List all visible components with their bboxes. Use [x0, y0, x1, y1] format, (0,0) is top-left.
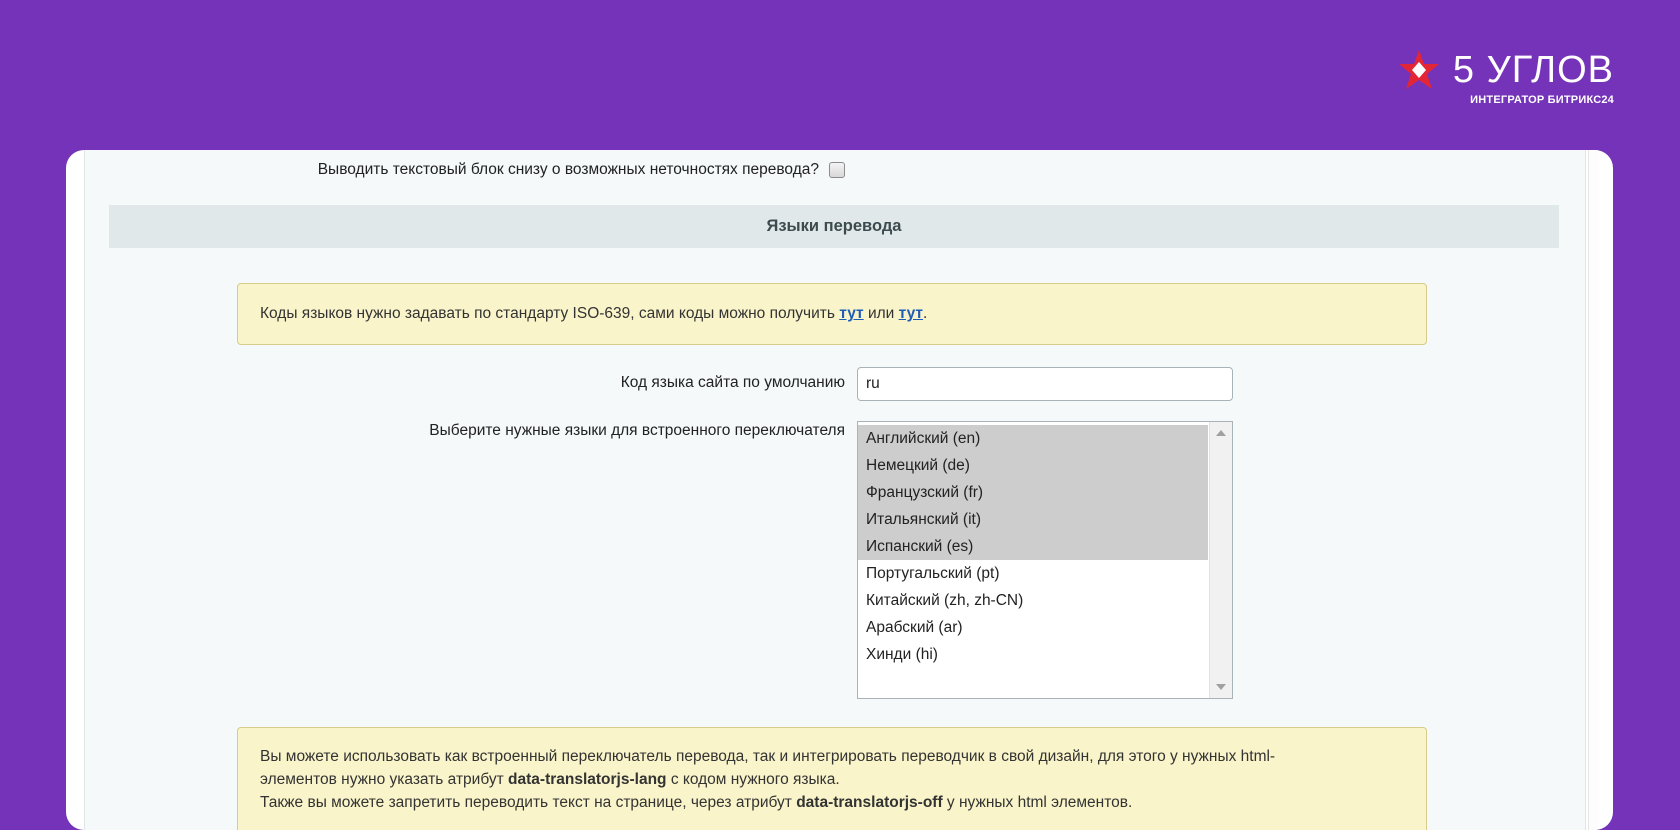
language-option[interactable]: Немецкий (de) [858, 452, 1208, 479]
integration-note-line2: элементов нужно указать атрибут data-tra… [260, 768, 1404, 791]
language-option[interactable]: Хинди (hi) [858, 641, 1208, 668]
integration-note-line1: Вы можете использовать как встроенный пе… [260, 748, 1276, 765]
scroll-down-icon[interactable] [1216, 684, 1226, 690]
lang-attribute-name: data-translatorjs-lang [508, 771, 667, 788]
integration-note-line2-text: элементов нужно указать атрибут [260, 771, 509, 788]
settings-card: Выводить текстовый блок снизу о возможны… [66, 150, 1613, 830]
switcher-languages-label: Выберите нужные языки для встроенного пе… [429, 422, 845, 439]
off-attribute-name: data-translatorjs-off [796, 794, 943, 811]
iso-note-middle: или [863, 305, 899, 322]
list-scrollbar[interactable] [1209, 422, 1232, 698]
integration-note-line3-end: у нужных html элементов. [942, 794, 1133, 811]
integration-note-line3: Также вы можете запретить переводить тек… [260, 791, 1404, 814]
language-option[interactable]: Английский (en) [858, 425, 1208, 452]
iso-note-text: Коды языков нужно задавать по стандарту … [260, 305, 840, 322]
brand-tagline: ИНТЕГРАТОР БИТРИКС24 [1470, 94, 1614, 106]
brand-logo: 5 УГЛОВ ИНТЕГРАТОР БИТРИКС24 [1397, 48, 1614, 106]
default-lang-input[interactable] [857, 367, 1233, 401]
iso-link-2[interactable]: тут [899, 305, 923, 322]
integration-note-line3-text: Также вы можете запретить переводить тек… [260, 794, 797, 811]
iso-note: Коды языков нужно задавать по стандарту … [237, 283, 1427, 345]
star-logo-icon [1398, 50, 1439, 89]
switcher-languages-list[interactable]: Английский (en) Немецкий (de) Французский … [857, 421, 1233, 699]
language-option[interactable]: Португальский (pt) [858, 560, 1208, 587]
integration-note-line2-end: с кодом нужного языка. [666, 771, 840, 788]
default-lang-label: Код языка сайта по умолчанию [620, 374, 845, 391]
language-option[interactable]: Итальянский (it) [858, 506, 1208, 533]
brand-name: 5 УГЛОВ [1452, 49, 1614, 91]
integration-note: Вы можете использовать как встроенный пе… [237, 727, 1427, 830]
iso-note-end: . [923, 305, 928, 322]
scroll-up-icon[interactable] [1216, 430, 1226, 436]
bottom-notice-checkbox[interactable] [829, 162, 845, 178]
bottom-notice-label: Выводить текстовый блок снизу о возможны… [317, 161, 819, 178]
section-title: Языки перевода [109, 205, 1559, 248]
language-option[interactable]: Арабский (ar) [858, 614, 1208, 641]
iso-link-1[interactable]: тут [839, 305, 863, 322]
settings-panel: Выводить текстовый блок снизу о возможны… [84, 150, 1586, 830]
language-options: Английский (en) Немецкий (de) Французский … [858, 425, 1208, 668]
language-option[interactable]: Французский (fr) [858, 479, 1208, 506]
bottom-notice-row: Выводить текстовый блок снизу о возможны… [85, 161, 845, 179]
language-option[interactable]: Испанский (es) [858, 533, 1208, 560]
language-option[interactable]: Китайский (zh, zh-CN) [858, 587, 1208, 614]
page-scrollbar[interactable] [1588, 150, 1599, 830]
